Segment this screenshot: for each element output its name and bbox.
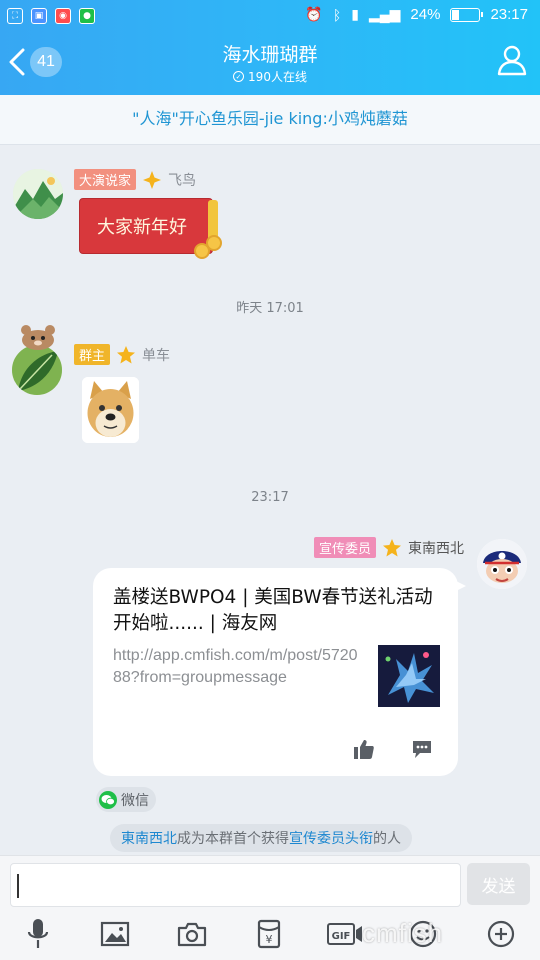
link-thumbnail <box>378 645 440 707</box>
microphone-icon <box>27 919 49 948</box>
coin-icon <box>194 243 210 259</box>
message-input[interactable] <box>10 863 461 907</box>
image-button[interactable] <box>97 916 133 952</box>
watermark: cmfish <box>362 918 444 948</box>
sender-name: 飞鸟 <box>168 172 197 189</box>
sender-name: 東南西北 <box>408 540 464 557</box>
system-notice-end: 的人 <box>373 831 401 847</box>
share-source-badge: 微信 <box>96 787 156 812</box>
coral-image-icon <box>378 645 440 707</box>
pirate-avatar-icon <box>477 539 527 589</box>
more-button[interactable] <box>483 916 519 952</box>
mountain-avatar-icon <box>13 169 63 219</box>
timestamp: 23:17 <box>251 490 289 505</box>
voice-button[interactable] <box>20 916 56 952</box>
online-count: 190人在线 <box>248 70 307 84</box>
status-right: ⏰ ᛒ ▮ ▂▄▆ 24% 23:17 <box>305 6 528 23</box>
doge-sticker[interactable] <box>82 377 139 443</box>
system-notice-mid: 成为本群首个获得 <box>177 831 289 847</box>
doge-icon <box>82 377 139 443</box>
level-star-icon <box>382 538 402 558</box>
input-bar: 发送 ¥ GIF <box>0 855 540 960</box>
chat-title: 海水珊瑚群 <box>222 44 318 66</box>
gif-button[interactable]: GIF <box>326 916 364 952</box>
online-status: ✓ 190人在线 <box>0 68 540 85</box>
svg-text:GIF: GIF <box>332 931 351 942</box>
like-button[interactable] <box>353 738 375 760</box>
level-star-icon <box>116 345 136 365</box>
status-notification-icons: ⛶ ▣ ◉ ● <box>7 8 95 24</box>
battery-fill <box>452 9 460 20</box>
thumbs-up-icon <box>354 740 374 759</box>
sender-row: 宣传委员 東南西北 <box>313 537 464 558</box>
comment-icon <box>413 741 431 758</box>
link-url: http://app.cmfish.com/m/post/572088?from… <box>113 647 358 686</box>
system-notice-name[interactable]: 東南西北 <box>121 828 177 848</box>
comment-button[interactable] <box>411 738 433 760</box>
alarm-icon: ⏰ <box>305 6 323 22</box>
person-icon <box>497 45 527 76</box>
leaf-avatar-icon <box>12 345 62 395</box>
member-title-tag: 群主 <box>74 344 111 365</box>
link-title: 盖楼送BWPO4 | 美国BW春节送礼活动开始啦...... | 海友网 <box>113 587 433 634</box>
system-notice: 東南西北 成为本群首个获得 宣传委员头衔 的人 <box>110 824 412 852</box>
signal-bars-icon: ▂▄▆ <box>368 6 401 22</box>
avatar-feiniao[interactable] <box>13 169 63 219</box>
timestamp: 昨天 17:01 <box>236 301 304 316</box>
gif-icon: GIF <box>327 923 362 945</box>
status-bar: ⛶ ▣ ◉ ● ⏰ ᛒ ▮ ▂▄▆ 24% 23:17 <box>0 0 540 32</box>
hamster-decoration-icon <box>18 322 58 350</box>
header: ⛶ ▣ ◉ ● ⏰ ᛒ ▮ ▂▄▆ 24% 23:17 41 海水珊瑚群 ✓ 1… <box>0 0 540 95</box>
wechat-notification-icon: ● <box>79 8 95 24</box>
member-title-tag: 大演说家 <box>74 169 137 190</box>
member-title-tag: 宣传委员 <box>313 537 376 558</box>
group-notice-banner[interactable]: "人海"开心鱼乐园-jie king:小鸡炖蘑菇 <box>0 95 540 145</box>
online-check-icon: ✓ <box>233 71 245 82</box>
red-packet-message[interactable]: 大家新年好 <box>79 198 222 259</box>
status-time: 23:17 <box>490 6 528 23</box>
plus-circle-icon <box>487 920 515 948</box>
red-packet-button[interactable]: ¥ <box>251 916 287 952</box>
avatar-danche[interactable] <box>12 345 62 395</box>
link-share-card[interactable]: 盖楼送BWPO4 | 美国BW春节送礼活动开始啦...... | 海友网 htt… <box>93 568 466 776</box>
share-source-label: 微信 <box>121 792 149 809</box>
group-members-button[interactable] <box>496 44 530 76</box>
sender-row: 大演说家 飞鸟 <box>74 169 196 190</box>
battery-icon <box>450 7 484 22</box>
signal-4g-icon: ▮ <box>351 6 359 22</box>
sender-row: 群主 单车 <box>74 344 170 365</box>
wechat-icon <box>99 790 117 809</box>
bluetooth-icon: ᛒ <box>332 6 342 23</box>
screenshot-app-icon: ⛶ <box>7 8 23 24</box>
svg-text:¥: ¥ <box>266 933 273 946</box>
sender-name: 单车 <box>142 347 171 364</box>
text-caret <box>17 874 19 898</box>
red-app-icon: ◉ <box>55 8 71 24</box>
app-notification-icon: ▣ <box>31 8 47 24</box>
input-toolbar: ¥ GIF <box>0 916 540 956</box>
red-packet-icon: ¥ <box>257 919 281 949</box>
red-packet-text: 大家新年好 <box>97 217 187 238</box>
camera-button[interactable] <box>174 916 210 952</box>
system-notice-title[interactable]: 宣传委员头衔 <box>289 828 373 848</box>
battery-percent: 24% <box>410 6 441 23</box>
camera-icon <box>177 922 207 947</box>
send-button[interactable]: 发送 <box>467 863 530 905</box>
level-star-icon <box>142 170 162 190</box>
image-icon <box>100 921 130 947</box>
avatar-self[interactable] <box>477 539 527 589</box>
